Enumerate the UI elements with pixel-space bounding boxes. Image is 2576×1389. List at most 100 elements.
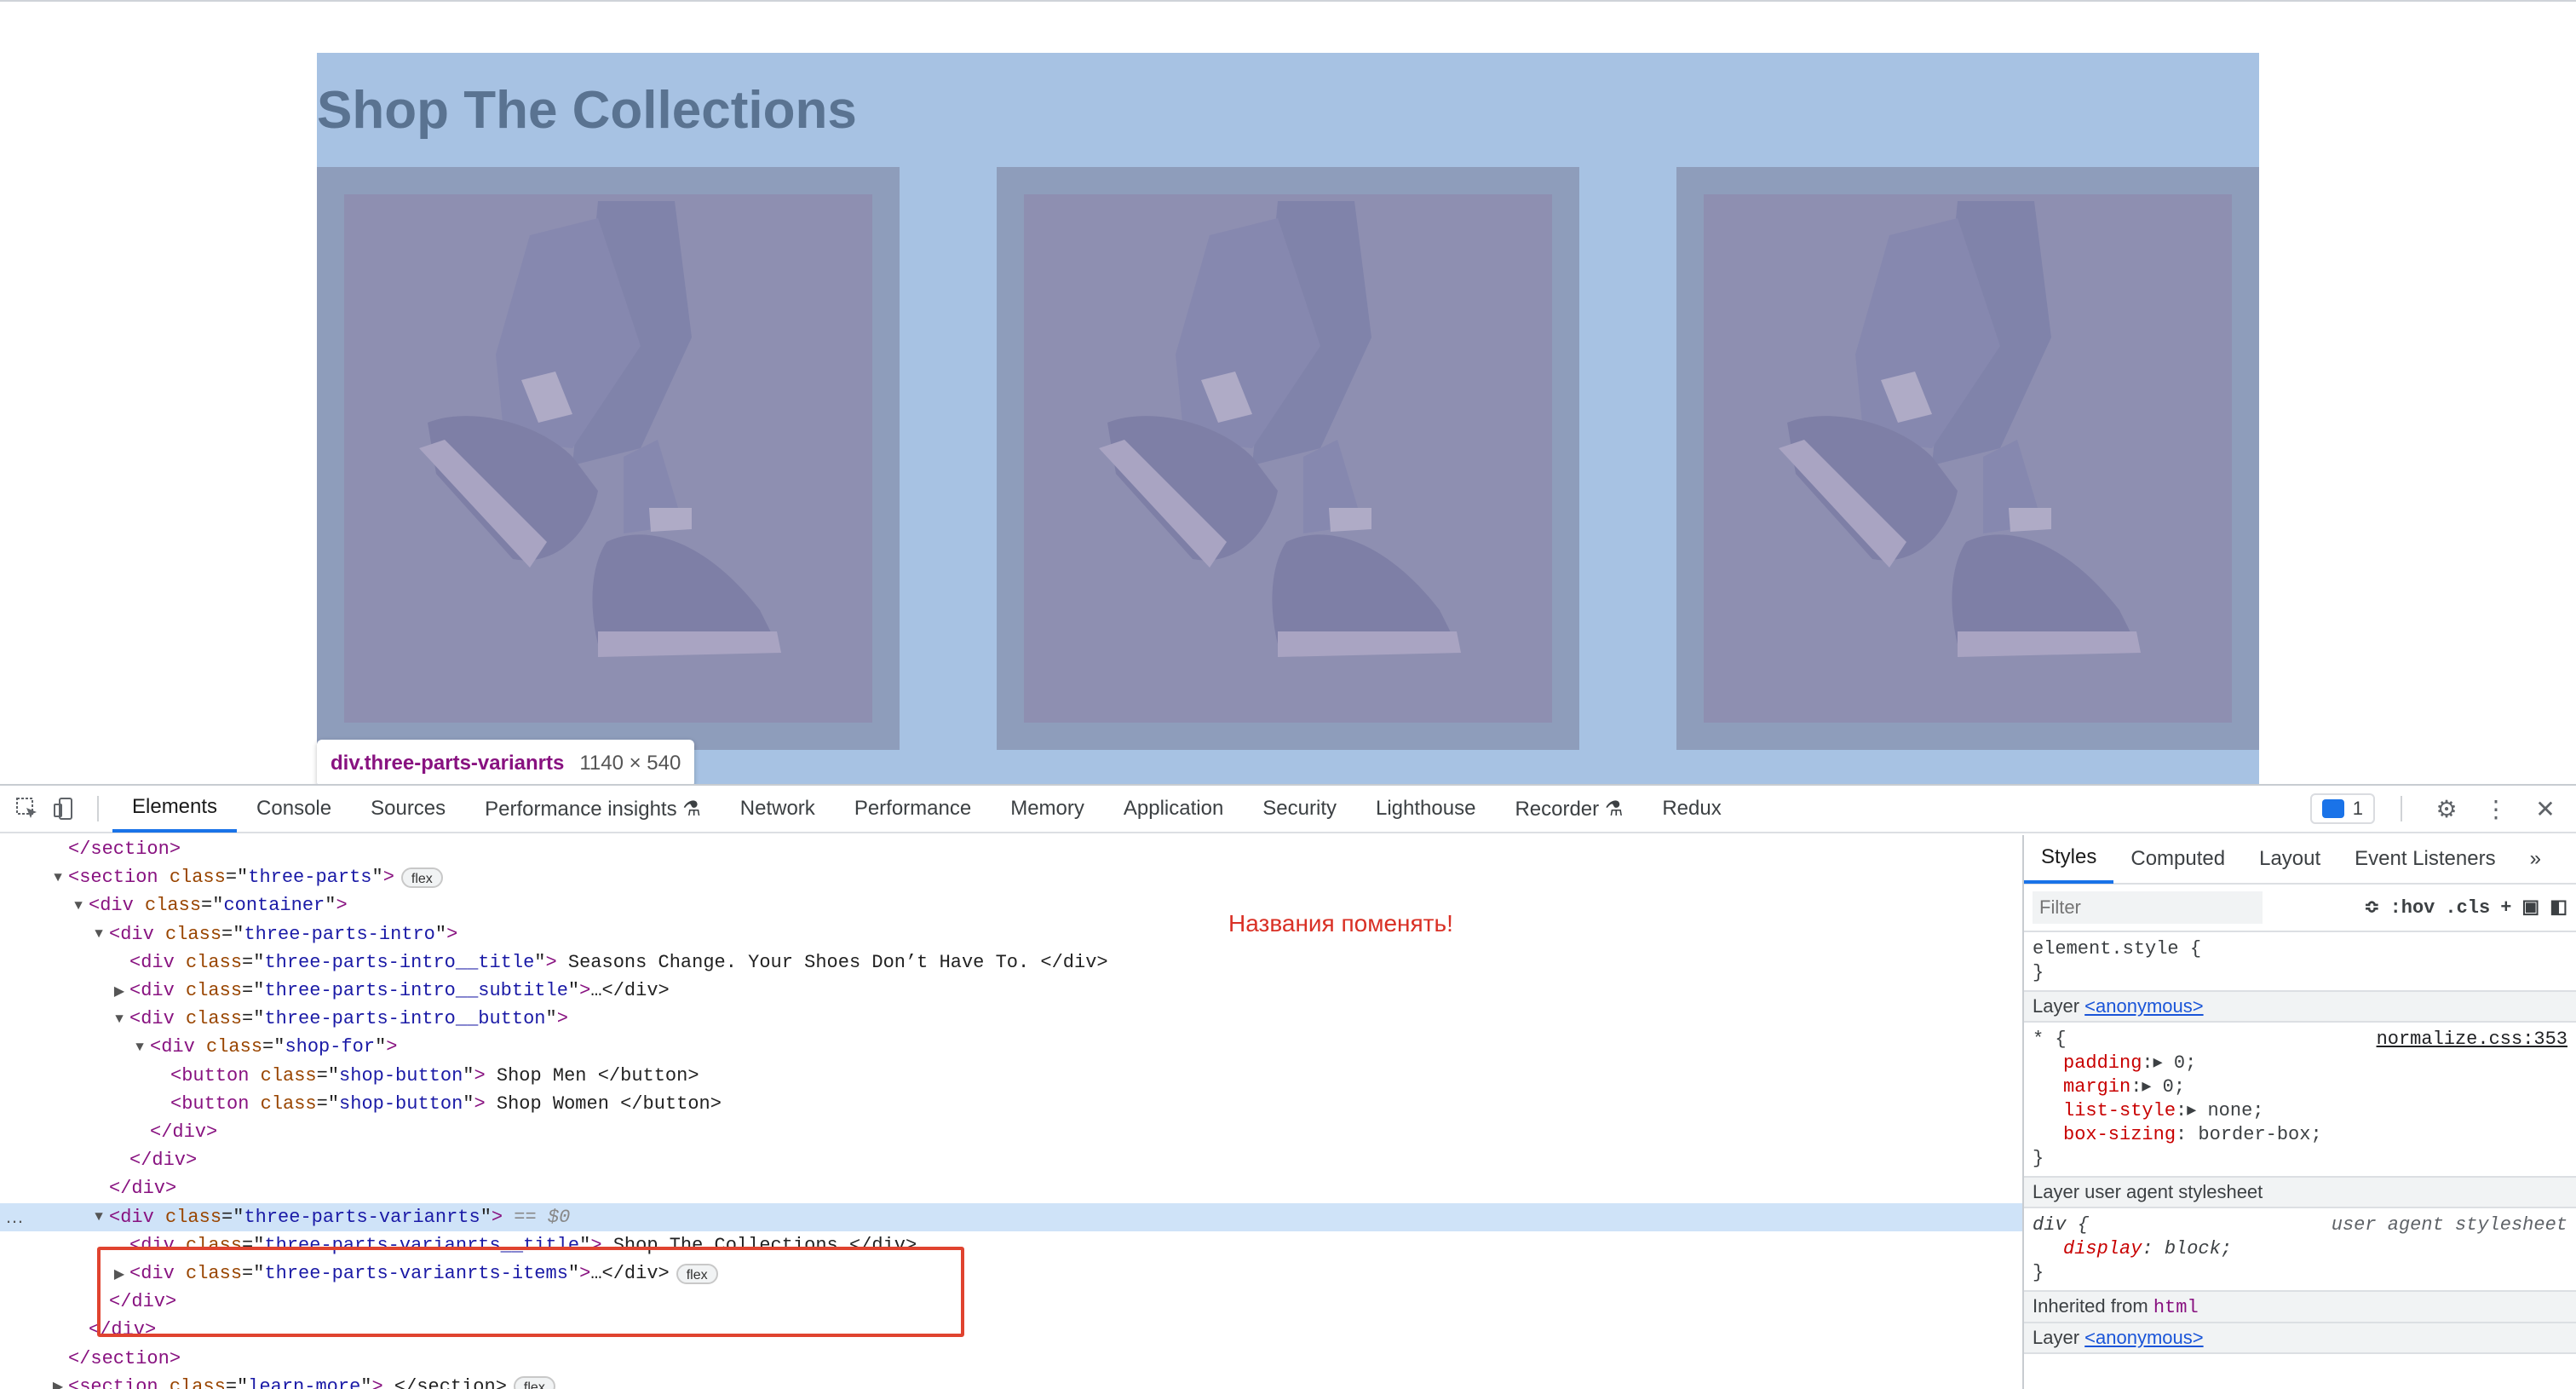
- devtools-tab[interactable]: Console: [237, 785, 351, 833]
- expand-toggle-icon[interactable]: ▼: [129, 1040, 150, 1055]
- prop-name: padding: [2063, 1052, 2142, 1074]
- css-property[interactable]: list-style:▸ none;: [2033, 1099, 2567, 1123]
- dom-node-line[interactable]: < div class =" three-parts-intro__title " > S…: [0, 948, 2022, 977]
- prop-name: margin: [2063, 1076, 2131, 1098]
- elements-tree: </section> ▼ < section class =" three-parts " >…: [0, 835, 2022, 1389]
- attr-quote: ": [463, 1064, 474, 1086]
- node-text: …</div>: [590, 980, 670, 1001]
- devtools-tab[interactable]: Redux: [1642, 785, 1740, 833]
- inspect-tooltip: div.three-parts-varianrts 1140 × 540: [317, 740, 695, 787]
- styles-pane: StylesComputedLayoutEvent Listeners» ≎ :…: [2022, 835, 2576, 1389]
- tag-close: >: [474, 1064, 486, 1086]
- dom-node-line[interactable]: </section>: [0, 835, 2022, 863]
- computed-toggle-icon[interactable]: ≎: [2364, 896, 2379, 919]
- paint-icon[interactable]: ▣: [2521, 896, 2539, 919]
- devtools-tab[interactable]: Performance insights ⚗: [465, 785, 721, 833]
- tag-close: >: [545, 951, 557, 973]
- attr-name: class: [174, 980, 243, 1001]
- collection-card-image[interactable]: [997, 167, 1579, 750]
- tag-close: >: [491, 1206, 503, 1228]
- devtools-tab[interactable]: Memory: [991, 785, 1104, 833]
- dom-node-line[interactable]: </div>: [0, 1174, 2022, 1202]
- dom-node-line[interactable]: ▼ < div class =" container " >: [0, 891, 2022, 919]
- devtools-tab[interactable]: Sources: [351, 785, 465, 833]
- inspect-element-icon[interactable]: [9, 790, 46, 827]
- rule-source-link[interactable]: normalize.css:353: [2377, 1028, 2567, 1052]
- expand-toggle-icon[interactable]: ▶: [109, 983, 129, 1000]
- flex-badge[interactable]: flex: [513, 1376, 555, 1389]
- styles-tab[interactable]: Layout: [2242, 835, 2337, 884]
- dom-node-line[interactable]: ▶ < div class =" three-parts-intro__subtitle…: [0, 977, 2022, 1005]
- device-toggle-icon[interactable]: [46, 790, 83, 827]
- tag-name: button: [181, 1064, 250, 1086]
- dom-node-line[interactable]: < button class =" shop-button " > Shop Men </…: [0, 1062, 2022, 1090]
- dom-node-line[interactable]: ▶ < section class =" learn-more " > …</section>…: [0, 1373, 2022, 1389]
- element-style-selector[interactable]: element.style {: [2033, 937, 2567, 961]
- sidebar-toggle-icon[interactable]: ◧: [2550, 896, 2567, 919]
- issues-count: 1: [2352, 798, 2363, 819]
- expand-toggle-icon[interactable]: ▼: [109, 1011, 129, 1027]
- expand-toggle-icon[interactable]: ▼: [89, 926, 109, 942]
- cls-button[interactable]: .cls: [2445, 897, 2490, 919]
- attr-value: shop-for: [285, 1036, 376, 1058]
- red-annotation-box: [97, 1247, 964, 1337]
- dom-node-line[interactable]: < button class =" shop-button " > Shop Women …: [0, 1090, 2022, 1118]
- tag-open: <: [129, 1008, 141, 1030]
- styles-tab[interactable]: »: [2513, 835, 2558, 884]
- add-rule-icon[interactable]: +: [2500, 897, 2511, 919]
- dom-node-line[interactable]: </div>: [0, 1146, 2022, 1174]
- styles-tab[interactable]: Computed: [2113, 835, 2242, 884]
- dom-node-line[interactable]: ▼ < div class =" shop-for " >: [0, 1033, 2022, 1061]
- devtools-tab[interactable]: Lighthouse: [1356, 785, 1495, 833]
- expand-toggle-icon[interactable]: ▶: [48, 1378, 68, 1389]
- expand-toggle-icon[interactable]: ▼: [48, 870, 68, 885]
- css-property[interactable]: padding:▸ 0;: [2033, 1052, 2567, 1075]
- attr-eq: =": [225, 867, 249, 889]
- expand-toggle-icon[interactable]: ▼: [68, 898, 89, 914]
- inherited-tag[interactable]: html: [2153, 1297, 2199, 1318]
- prop-value: border-box;: [2187, 1124, 2322, 1145]
- attr-value: shop-button: [339, 1064, 463, 1086]
- rule-close: }: [2033, 1262, 2044, 1283]
- dom-node-line[interactable]: ▼ < section class =" three-parts " > flex: [0, 863, 2022, 891]
- hov-button[interactable]: :hov: [2390, 897, 2435, 919]
- tag-open: <: [170, 1092, 182, 1115]
- issues-button[interactable]: 1: [2309, 793, 2375, 824]
- dom-node-line[interactable]: </div>: [0, 1118, 2022, 1146]
- annotation-note: Названия поменять!: [1228, 910, 1453, 937]
- rule-close: }: [2033, 962, 2044, 983]
- close-icon[interactable]: ✕: [2527, 790, 2564, 827]
- styles-filter-input[interactable]: [2033, 891, 2263, 924]
- devtools-tab[interactable]: Application: [1104, 785, 1243, 833]
- collection-card-image[interactable]: [317, 167, 900, 750]
- flex-badge[interactable]: flex: [400, 867, 443, 888]
- devtools-tab[interactable]: Network: [721, 785, 835, 833]
- devtools-tab[interactable]: Performance: [835, 785, 991, 833]
- attr-quote: ": [480, 1206, 492, 1228]
- devtools-tab[interactable]: Elements: [112, 785, 238, 833]
- layer-user-agent: Layer user agent stylesheet: [2024, 1178, 2576, 1208]
- more-options-icon[interactable]: ⋮: [2477, 790, 2515, 827]
- devtools-tab[interactable]: Security: [1243, 785, 1356, 833]
- element-style-rule: element.style { }: [2024, 932, 2576, 992]
- expand-toggle-icon[interactable]: ▼: [89, 1209, 109, 1225]
- styles-tab[interactable]: Styles: [2024, 835, 2114, 884]
- dom-node-line[interactable]: ▼ < div class =" three-parts-intro " >: [0, 920, 2022, 948]
- dom-node-line[interactable]: ▼ < div class =" three-parts-intro__button " >: [0, 1005, 2022, 1033]
- padding-overlay: [344, 194, 872, 723]
- gear-icon[interactable]: ⚙: [2428, 790, 2465, 827]
- tag-name: section: [79, 867, 158, 889]
- prop-colon: :: [2176, 1124, 2188, 1145]
- layer-link[interactable]: <anonymous>: [2084, 995, 2203, 1017]
- dom-node-line[interactable]: </section>: [0, 1345, 2022, 1373]
- dom-node-line[interactable]: ▼ < div class =" three-parts-varianrts " > == …: [0, 1202, 2022, 1231]
- styles-tab[interactable]: Event Listeners: [2337, 835, 2512, 884]
- layer-link[interactable]: <anonymous>: [2084, 1327, 2203, 1348]
- padding-overlay: [1024, 194, 1552, 723]
- collection-card-image[interactable]: [1676, 167, 2259, 750]
- ellipsis-icon[interactable]: …: [5, 1206, 24, 1228]
- css-property[interactable]: margin:▸ 0;: [2033, 1075, 2567, 1099]
- devtools-tab[interactable]: Recorder ⚗: [1495, 785, 1642, 833]
- css-property[interactable]: box-sizing: border-box;: [2033, 1123, 2567, 1147]
- closing-tag: </div>: [109, 1178, 177, 1200]
